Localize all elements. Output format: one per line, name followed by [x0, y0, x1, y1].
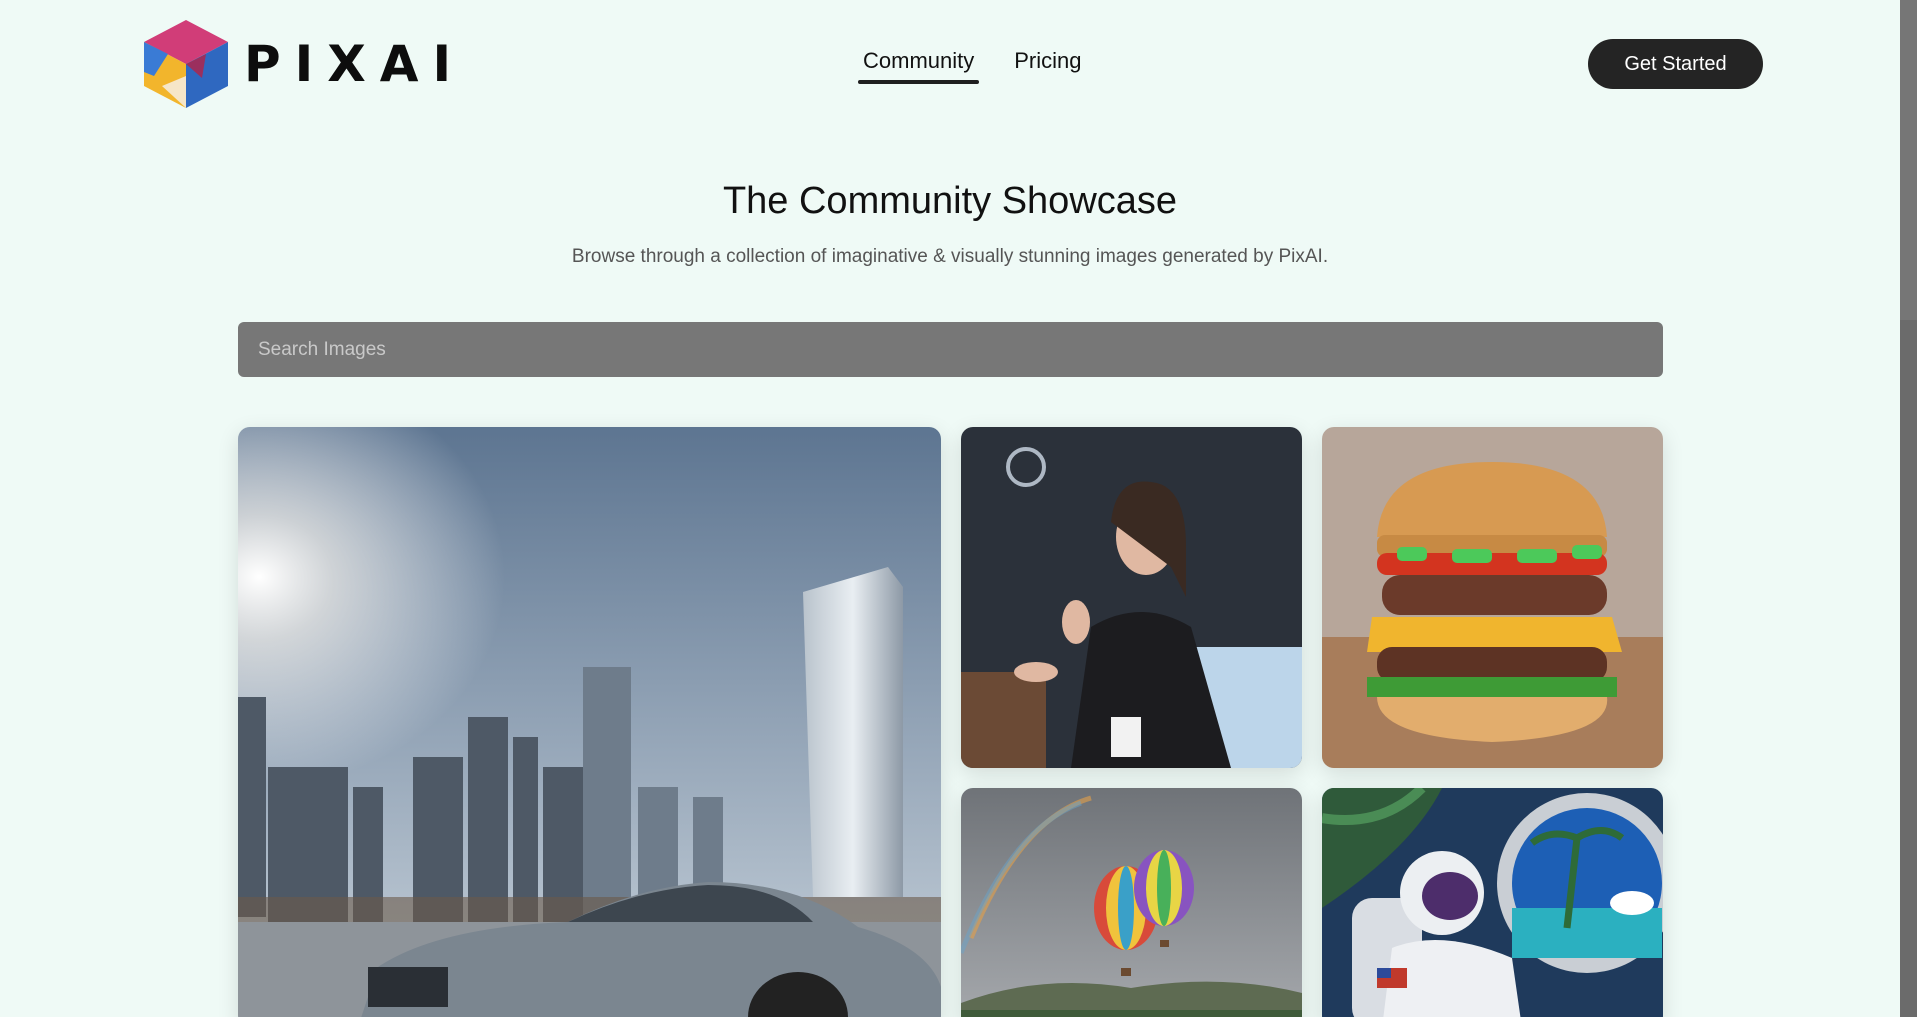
astronaut-image: [1322, 788, 1663, 1017]
nav-pricing[interactable]: Pricing: [1009, 44, 1086, 84]
gallery-image-astronaut[interactable]: [1322, 788, 1663, 1017]
get-started-button[interactable]: Get Started: [1588, 39, 1763, 89]
gallery-image-car[interactable]: [238, 427, 941, 1017]
page-scrollbar[interactable]: [1900, 0, 1917, 1017]
pixai-cube-logo-icon: [144, 20, 228, 108]
page-subtitle: Browse through a collection of imaginati…: [571, 246, 1329, 267]
search-bar: [238, 322, 1663, 377]
brand-name: PIXAI: [244, 35, 466, 93]
scrollbar-thumb[interactable]: [1900, 0, 1917, 320]
nav-community[interactable]: Community: [858, 44, 980, 84]
gallery-image-burger[interactable]: [1322, 427, 1663, 768]
gallery-image-balloons[interactable]: [961, 788, 1302, 1017]
gallery-image-speaker[interactable]: [961, 427, 1302, 768]
burger-image: [1322, 427, 1663, 768]
speaker-image: [961, 427, 1302, 768]
search-input[interactable]: [258, 338, 1663, 361]
page-title: The Community Showcase: [722, 180, 1178, 222]
site-header: PIXAI Community Pricing Get Started: [0, 0, 1900, 130]
balloons-image: [961, 788, 1302, 1017]
car-city-image: [238, 427, 941, 1017]
main-nav: Community Pricing: [858, 44, 1087, 84]
brand-logo[interactable]: PIXAI: [144, 20, 465, 108]
